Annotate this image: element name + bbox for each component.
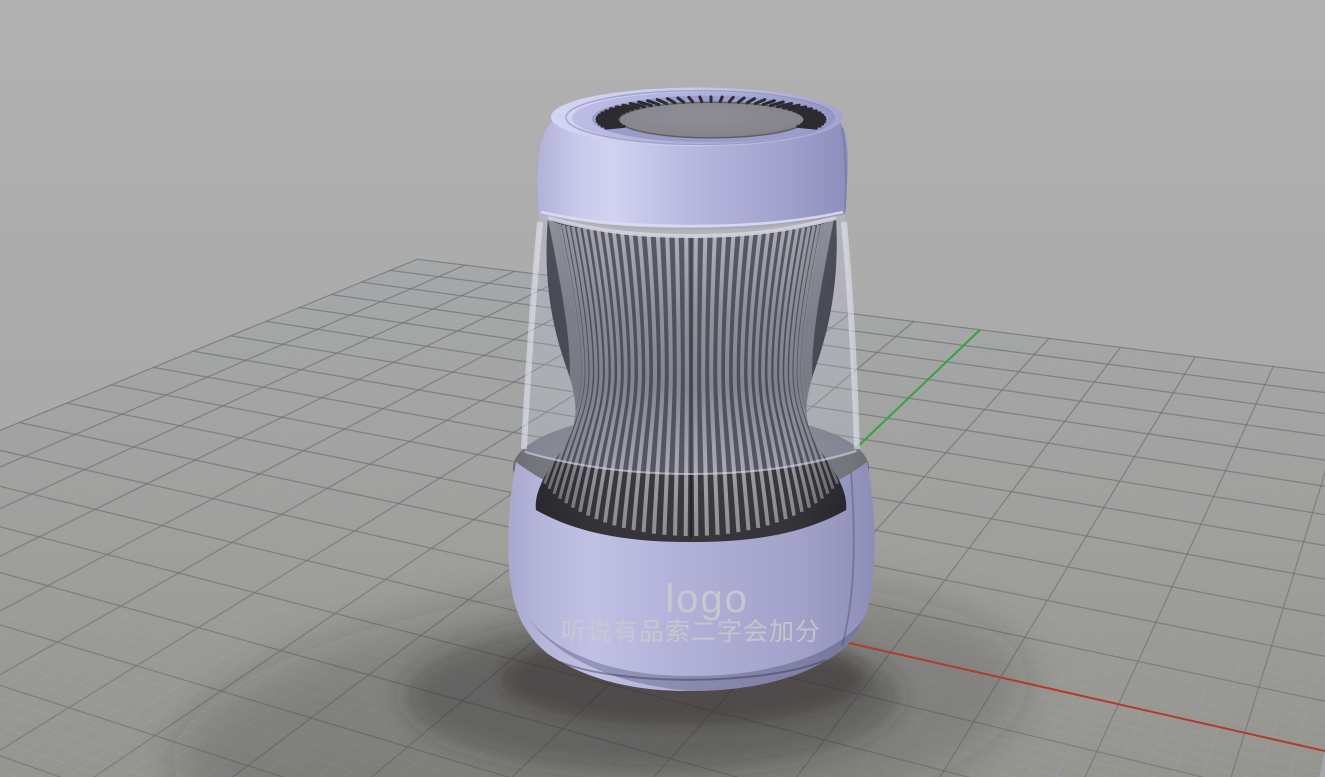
3d-viewport[interactable]: logo 听说有品索二字会加分 <box>0 0 1325 777</box>
logo-text: logo <box>665 577 749 621</box>
tagline-text: 听说有品索二字会加分 <box>561 618 821 646</box>
glass-shell <box>523 214 858 475</box>
product-render: logo 听说有品索二字会加分 <box>0 0 1325 777</box>
